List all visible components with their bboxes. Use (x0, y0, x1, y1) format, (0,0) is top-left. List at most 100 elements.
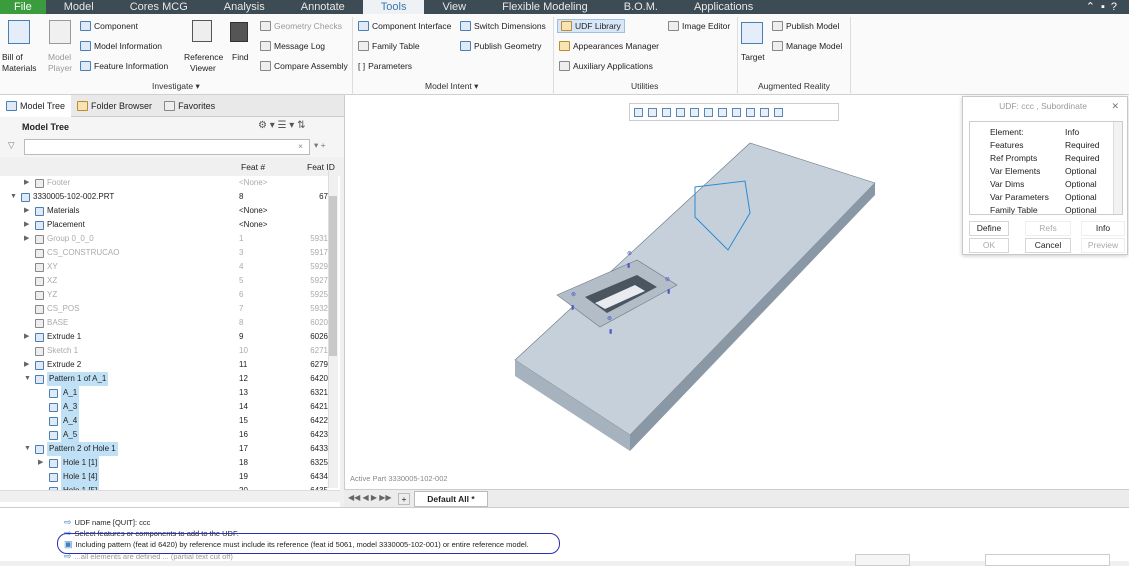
feature-information-button[interactable]: Feature Information (80, 61, 168, 71)
component-interface-button[interactable]: Component Interface (358, 21, 451, 31)
view-manager-icon[interactable] (718, 107, 727, 117)
menu-annotate[interactable]: Annotate (283, 0, 363, 14)
tree-horizontal-scrollbar[interactable] (0, 490, 340, 502)
tree-row[interactable]: Sketch 1 10 6271 (0, 344, 340, 358)
menu-applications[interactable]: Applications (676, 0, 771, 14)
saved-views-icon[interactable] (704, 107, 713, 117)
menu-cores-mcg[interactable]: Cores MCG (112, 0, 206, 14)
tab-model-tree[interactable]: Model Tree (0, 94, 72, 117)
tree-row-label[interactable]: A_4 (38, 414, 80, 428)
display-style-icon[interactable] (690, 107, 699, 117)
publish-model-button[interactable]: Publish Model (772, 21, 839, 31)
tree-row[interactable]: ▶ Materials <None> (0, 204, 340, 218)
menu-analysis[interactable]: Analysis (206, 0, 283, 14)
tree-row[interactable]: YZ 6 5925 (0, 288, 340, 302)
tree-row-label[interactable]: ▼ 3330005-102-002.PRT (10, 190, 114, 204)
info-button[interactable]: Info (1081, 221, 1125, 236)
tree-row-label[interactable]: YZ (24, 288, 57, 302)
tree-row[interactable]: ▶ Footer <None> (0, 176, 340, 190)
refit-icon[interactable] (634, 107, 643, 117)
tree-row-label[interactable]: ▶ Footer (24, 176, 70, 190)
tree-row[interactable]: ▶ Hole 1 [1] 18 6325 (0, 456, 340, 470)
tree-row[interactable]: ▶ Placement <None> (0, 218, 340, 232)
parameters-button[interactable]: [ ] Parameters (358, 61, 412, 71)
tab-folder-browser[interactable]: Folder Browser (71, 95, 158, 117)
close-icon[interactable]: ✕ (1111, 101, 1119, 112)
clear-icon[interactable]: × (298, 141, 303, 151)
appearances-manager-button[interactable]: Appearances Manager (559, 41, 659, 51)
tree-row[interactable]: ▼ 3330005-102-002.PRT 8 67 (0, 190, 340, 204)
auxiliary-applications-button[interactable]: Auxiliary Applications (559, 61, 653, 71)
status-filter-icons[interactable] (855, 554, 910, 566)
tree-row[interactable]: ▶ Extrude 1 9 6026 (0, 330, 340, 344)
publish-geometry-button[interactable]: Publish Geometry (460, 41, 542, 51)
udf-table-scrollbar[interactable] (1113, 122, 1122, 214)
menu-model[interactable]: Model (46, 0, 112, 14)
tree-row-label[interactable]: ▶ Group 0_0_0 (24, 232, 94, 246)
zoom-in-icon[interactable] (648, 107, 657, 117)
annotation-display-icon[interactable] (760, 107, 769, 117)
group-utilities[interactable]: Utilities (631, 81, 658, 91)
add-tab-icon[interactable]: + (398, 493, 410, 505)
tree-row[interactable]: BASE 8 6020 (0, 316, 340, 330)
settings-icon[interactable]: ⚙ ▾ ☰ ▾ ⇅ (258, 120, 305, 131)
tree-row-label[interactable]: BASE (24, 316, 68, 330)
tree-row[interactable]: ▶ Extrude 2 11 6279 (0, 358, 340, 372)
window-controls[interactable]: ⌃▪? (1086, 0, 1123, 13)
define-button[interactable]: Define (969, 221, 1009, 236)
expand-icon[interactable]: ▼ (24, 372, 32, 386)
tree-row[interactable]: A_4 15 6422 (0, 414, 340, 428)
tab-default-all[interactable]: Default All * (414, 491, 488, 507)
menu-file[interactable]: File (0, 0, 46, 14)
tree-row-label[interactable]: Hole 1 [4] (38, 470, 100, 484)
tree-row-label[interactable]: A_5 (38, 428, 80, 442)
tree-row-label[interactable]: ▶ Extrude 2 (24, 358, 81, 372)
expand-icon[interactable]: ▶ (24, 218, 32, 232)
menu-flexible-modeling[interactable]: Flexible Modeling (484, 0, 606, 14)
compare-assembly-button[interactable]: Compare Assembly (260, 61, 348, 71)
smart-filter-select[interactable] (985, 554, 1110, 566)
tree-row-label[interactable]: XY (24, 260, 58, 274)
repaint-icon[interactable] (676, 107, 685, 117)
model-player-label-2[interactable]: Player (48, 63, 72, 73)
tree-row[interactable]: XZ 5 5927 (0, 274, 340, 288)
expand-icon[interactable]: ▶ (24, 232, 32, 246)
group-model-intent[interactable]: Model Intent ▾ (425, 81, 478, 92)
tab-navigation-arrows[interactable]: ◀◀ ◀ ▶ ▶▶ (348, 493, 392, 502)
tree-row[interactable]: XY 4 5929 (0, 260, 340, 274)
tab-favorites[interactable]: Favorites (158, 95, 221, 117)
tree-row[interactable]: Hole 1 [4] 19 6434 (0, 470, 340, 484)
refs-button[interactable]: Refs (1025, 221, 1071, 236)
perspective-icon[interactable] (732, 107, 741, 117)
datum-display-icon[interactable] (746, 107, 755, 117)
tree-row-label[interactable]: A_3 (38, 400, 80, 414)
group-augmented-reality[interactable]: Augmented Reality (758, 81, 830, 91)
tree-row[interactable]: A_1 13 6321 (0, 386, 340, 400)
tree-row-label[interactable]: CS_POS (24, 302, 79, 316)
tree-row-label[interactable]: XZ (24, 274, 57, 288)
find-button[interactable]: Find (232, 52, 249, 62)
col-feat-num[interactable]: Feat # (241, 162, 265, 172)
tree-row[interactable]: A_5 16 6423 (0, 428, 340, 442)
udf-element-row[interactable]: Family Table Optional (970, 204, 1122, 214)
switch-dimensions-button[interactable]: Switch Dimensions (460, 21, 546, 31)
tree-row-label[interactable]: ▶ Extrude 1 (24, 330, 81, 344)
tree-row[interactable]: CS_CONSTRUCAO 3 5917 (0, 246, 340, 260)
expand-icon[interactable]: ▶ (24, 358, 32, 372)
tree-row-label[interactable]: ▶ Placement (24, 218, 85, 232)
filter-icon[interactable]: ▽ (8, 140, 15, 151)
tree-row[interactable]: A_3 14 6421 (0, 400, 340, 414)
spin-center-icon[interactable] (774, 107, 783, 117)
tree-row[interactable]: ▼ Pattern 2 of Hole 1 17 6433 (0, 442, 340, 456)
geometry-checks-button[interactable]: Geometry Checks (260, 21, 342, 31)
message-log-button[interactable]: Message Log (260, 41, 325, 51)
expand-icon[interactable]: ▼ (10, 190, 18, 204)
menu-tools[interactable]: Tools (362, 0, 425, 14)
tree-row-label[interactable]: CS_CONSTRUCAO (24, 246, 119, 260)
image-editor-button[interactable]: Image Editor (668, 21, 730, 31)
family-table-button[interactable]: Family Table (358, 41, 420, 51)
cancel-button[interactable]: Cancel (1025, 238, 1071, 253)
component-button[interactable]: Component (80, 21, 138, 31)
tree-row[interactable]: ▼ Pattern 1 of A_1 12 6420 (0, 372, 340, 386)
preview-button[interactable]: Preview (1081, 238, 1125, 253)
